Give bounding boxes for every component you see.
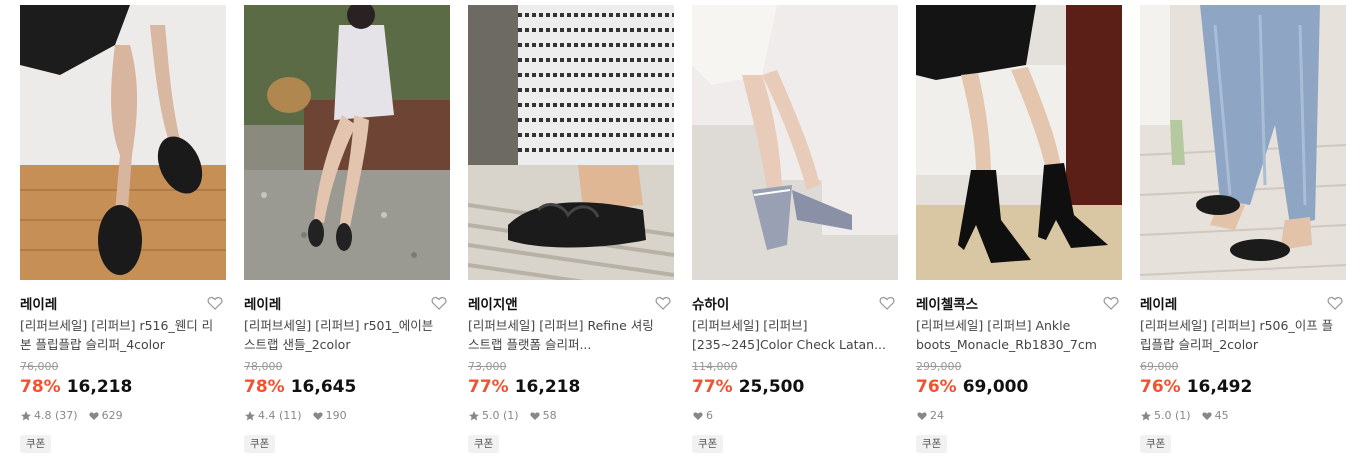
original-price: 69,000 bbox=[1140, 360, 1179, 373]
heart-icon[interactable] bbox=[1326, 294, 1344, 312]
review-meta: 4.8 (37) 629 bbox=[20, 409, 123, 422]
star-icon bbox=[21, 410, 31, 420]
discount-rate: 77% bbox=[692, 377, 733, 397]
like-count: 629 bbox=[101, 409, 123, 422]
heart-filled-icon bbox=[529, 411, 540, 420]
review-count: (1) bbox=[1175, 409, 1191, 422]
rating: 4.4 bbox=[258, 409, 276, 422]
product-name[interactable]: [리퍼브세일] [리퍼브] r501_에이븐 스트랩 샌들_2color bbox=[244, 316, 444, 354]
sale-price: 69,000 bbox=[962, 377, 1029, 397]
brand-name[interactable]: 레이레 bbox=[1140, 293, 1177, 313]
heart-filled-icon bbox=[917, 411, 927, 420]
discount-rate: 78% bbox=[20, 377, 61, 397]
price-row: 77% 16,218 bbox=[468, 377, 580, 397]
star-icon bbox=[245, 410, 255, 420]
sale-price: 16,645 bbox=[290, 377, 357, 397]
sale-price: 16,492 bbox=[1186, 377, 1253, 397]
heart-filled-icon bbox=[312, 411, 323, 420]
product-name[interactable]: [리퍼브세일] [리퍼브] r516_웬디 리본 플립플랍 슬리퍼_4color bbox=[20, 316, 220, 354]
discount-rate: 77% bbox=[468, 377, 509, 397]
product-image[interactable] bbox=[916, 5, 1122, 280]
like-count: 24 bbox=[930, 409, 944, 422]
product-card[interactable]: 레이첼콕스 [리퍼브세일] [리퍼브] Ankle boots_Monacle_… bbox=[916, 5, 1122, 459]
rating: 4.8 bbox=[34, 409, 52, 422]
heart-icon[interactable] bbox=[878, 294, 896, 312]
product-card[interactable]: 레이레 [리퍼브세일] [리퍼브] r516_웬디 리본 플립플랍 슬리퍼_4c… bbox=[20, 5, 226, 459]
product-image[interactable] bbox=[244, 5, 450, 280]
discount-rate: 76% bbox=[1140, 377, 1181, 397]
rating: 5.0 bbox=[1154, 409, 1172, 422]
like-count: 58 bbox=[542, 409, 557, 422]
brand-name[interactable]: 슈하이 bbox=[692, 293, 729, 313]
original-price: 73,000 bbox=[468, 360, 507, 373]
discount-rate: 78% bbox=[244, 377, 285, 397]
price-row: 76% 69,000 bbox=[916, 377, 1028, 397]
price-row: 78% 16,218 bbox=[20, 377, 132, 397]
heart-icon[interactable] bbox=[206, 294, 224, 312]
flipflop-photo-icon bbox=[1140, 5, 1346, 280]
heart-icon[interactable] bbox=[654, 294, 672, 312]
star-icon bbox=[1141, 410, 1151, 420]
product-card[interactable]: 슈하이 [리퍼브세일] [리퍼브] [235~245]Color Check L… bbox=[692, 5, 898, 459]
boots-photo-icon bbox=[916, 5, 1122, 280]
original-price: 76,000 bbox=[20, 360, 59, 373]
product-name[interactable]: [리퍼브세일] [리퍼브] Ankle boots_Monacle_Rb1830… bbox=[916, 316, 1116, 354]
product-image[interactable] bbox=[692, 5, 898, 280]
heart-filled-icon bbox=[693, 411, 703, 420]
original-price: 299,000 bbox=[916, 360, 962, 373]
review-count: (37) bbox=[55, 409, 78, 422]
coupon-badge: 쿠폰 bbox=[468, 435, 500, 453]
sale-price: 16,218 bbox=[66, 377, 133, 397]
like-count: 45 bbox=[1214, 409, 1229, 422]
product-image[interactable] bbox=[1140, 5, 1346, 280]
coupon-badge: 쿠폰 bbox=[1140, 435, 1172, 453]
brand-name[interactable]: 레이레 bbox=[20, 293, 57, 313]
product-name[interactable]: [리퍼브세일] [리퍼브] Refine 셔링 스트랩 플랫폼 슬리퍼... bbox=[468, 316, 668, 354]
price-row: 77% 25,500 bbox=[692, 377, 804, 397]
original-price: 114,000 bbox=[692, 360, 738, 373]
original-price: 78,000 bbox=[244, 360, 283, 373]
heart-filled-icon bbox=[1201, 411, 1212, 420]
like-count: 6 bbox=[706, 409, 713, 422]
brand-name[interactable]: 레이첼콕스 bbox=[916, 293, 978, 313]
product-image[interactable] bbox=[468, 5, 674, 280]
product-image[interactable] bbox=[20, 5, 226, 280]
discount-rate: 76% bbox=[916, 377, 957, 397]
product-card[interactable]: 레이레 [리퍼브세일] [리퍼브] r501_에이븐 스트랩 샌들_2color… bbox=[244, 5, 450, 459]
review-meta: 5.0 (1) 58 bbox=[468, 409, 557, 422]
heart-icon[interactable] bbox=[430, 294, 448, 312]
price-row: 78% 16,645 bbox=[244, 377, 356, 397]
like-count: 190 bbox=[325, 409, 347, 422]
sandal-photo-icon bbox=[244, 5, 450, 280]
coupon-badge: 쿠폰 bbox=[692, 435, 724, 453]
review-count: (11) bbox=[279, 409, 302, 422]
coupon-badge: 쿠폰 bbox=[916, 435, 948, 453]
slipper-photo-icon bbox=[468, 5, 674, 280]
review-meta: 6 bbox=[692, 409, 713, 422]
coupon-badge: 쿠폰 bbox=[244, 435, 276, 453]
mule-photo-icon bbox=[692, 5, 898, 280]
rating: 5.0 bbox=[482, 409, 500, 422]
heart-filled-icon bbox=[88, 411, 99, 420]
review-meta: 24 bbox=[916, 409, 944, 422]
product-name[interactable]: [리퍼브세일] [리퍼브] [235~245]Color Check Latan… bbox=[692, 316, 892, 354]
star-icon bbox=[469, 410, 479, 420]
heart-icon[interactable] bbox=[1102, 294, 1120, 312]
product-card[interactable]: 레이지앤 [리퍼브세일] [리퍼브] Refine 셔링 스트랩 플랫폼 슬리퍼… bbox=[468, 5, 674, 459]
brand-name[interactable]: 레이레 bbox=[244, 293, 281, 313]
review-count: (1) bbox=[503, 409, 519, 422]
review-meta: 4.4 (11) 190 bbox=[244, 409, 347, 422]
sale-price: 25,500 bbox=[738, 377, 805, 397]
product-name[interactable]: [리퍼브세일] [리퍼브] r506_이프 플립플랍 슬리퍼_2color bbox=[1140, 316, 1340, 354]
sale-price: 16,218 bbox=[514, 377, 581, 397]
coupon-badge: 쿠폰 bbox=[20, 435, 52, 453]
brand-name[interactable]: 레이지앤 bbox=[468, 293, 518, 313]
sandal-photo-icon bbox=[20, 5, 226, 280]
product-card[interactable]: 레이레 [리퍼브세일] [리퍼브] r506_이프 플립플랍 슬리퍼_2colo… bbox=[1140, 5, 1346, 459]
review-meta: 5.0 (1) 45 bbox=[1140, 409, 1229, 422]
price-row: 76% 16,492 bbox=[1140, 377, 1252, 397]
